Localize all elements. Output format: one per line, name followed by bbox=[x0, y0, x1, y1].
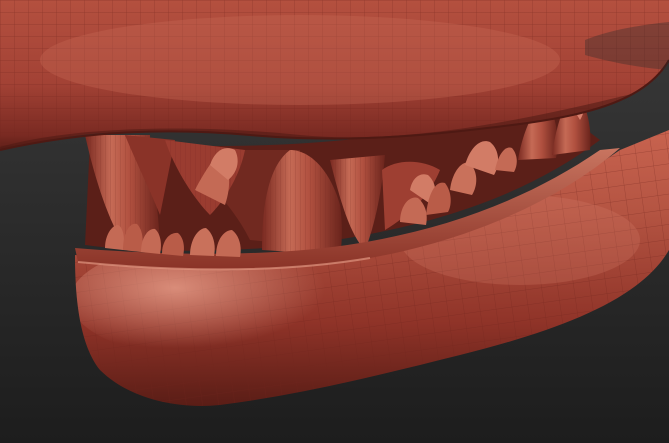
sculpt-canvas[interactable] bbox=[0, 0, 669, 443]
sculpt-viewport[interactable] bbox=[0, 0, 669, 443]
